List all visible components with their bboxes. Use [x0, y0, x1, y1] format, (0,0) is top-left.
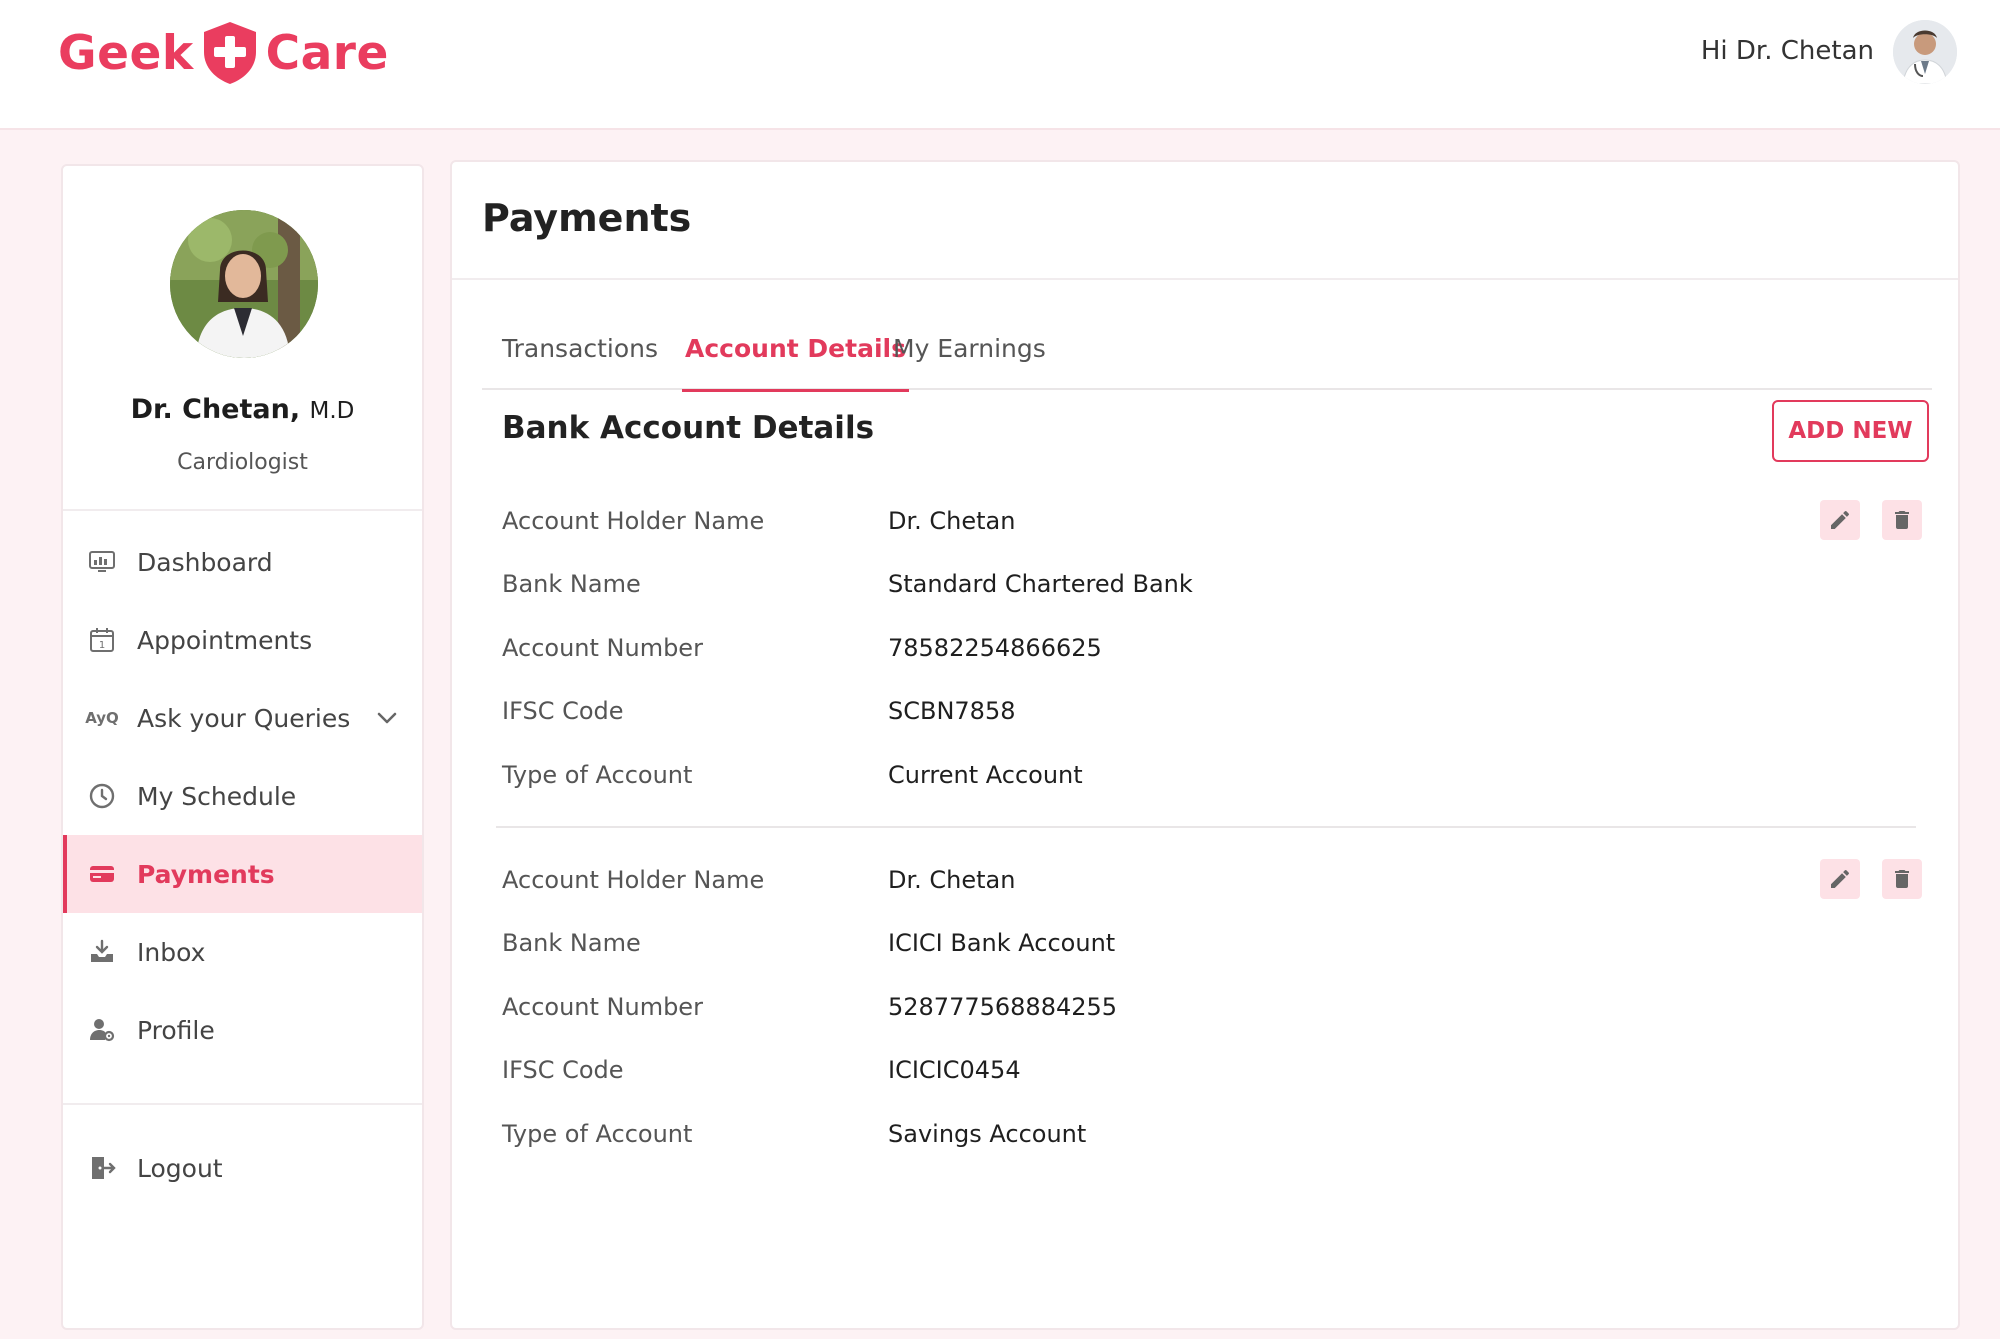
svg-text:1: 1	[99, 640, 105, 651]
calendar-icon: 1	[87, 625, 117, 655]
bank-account-card: Account Holder Name Dr. Chetan Bank Name…	[502, 848, 1932, 1166]
profile-settings-icon	[87, 1015, 117, 1045]
sidebar-item-appointments[interactable]: 1 Appointments	[63, 601, 422, 679]
field-label: Bank Name	[502, 570, 641, 599]
account-type-value: Current Account	[888, 760, 1083, 789]
top-bar: Geek Care Hi Dr. Chetan	[0, 0, 2000, 130]
logout-button[interactable]: Logout	[63, 1129, 422, 1207]
chevron-down-icon[interactable]	[374, 705, 400, 731]
user-greeting: Hi Dr. Chetan	[1700, 36, 1874, 66]
bank-name-value: Standard Chartered Bank	[888, 570, 1193, 599]
payments-tabs: Transactions Account Details My Earnings	[482, 306, 1932, 392]
doctor-specialty: Cardiologist	[177, 450, 308, 475]
user-avatar[interactable]	[1893, 20, 1957, 84]
tab-account-details[interactable]: Account Details	[682, 306, 909, 392]
account-number-value: 528777568884255	[888, 992, 1118, 1021]
delete-button[interactable]	[1882, 859, 1922, 899]
sidebar-item-ask-queries[interactable]: AyQ Ask your Queries	[63, 679, 422, 757]
geekcare-logo[interactable]: Geek Care	[58, 18, 389, 88]
sidebar-item-my-schedule[interactable]: My Schedule	[63, 757, 422, 835]
sidebar: Dr. Chetan, M.D Cardiologist Dashboard 1…	[61, 164, 424, 1330]
bank-account-card: Account Holder Name Dr. Chetan Bank Name…	[502, 489, 1932, 807]
delete-button[interactable]	[1882, 500, 1922, 540]
doctor-portrait-icon	[170, 210, 318, 358]
ifsc-value: SCBN7858	[888, 697, 1016, 726]
doctor-degree: M.D	[309, 398, 355, 424]
doctor-profile-card: Dr. Chetan, M.D Cardiologist	[63, 166, 422, 511]
account-row-ifsc: IFSC Code ICICIC0454	[502, 1039, 1932, 1103]
logout-icon	[87, 1153, 117, 1183]
main-panel: Payments Transactions Account Details My…	[450, 160, 1960, 1330]
account-row-bank: Bank Name ICICI Bank Account	[502, 912, 1932, 976]
account-row-holder: Account Holder Name Dr. Chetan	[502, 489, 1932, 553]
ayq-icon: AyQ	[85, 709, 119, 727]
sidebar-item-profile[interactable]: Profile	[63, 991, 422, 1069]
sidebar-nav: Dashboard 1 Appointments AyQ Ask your Qu…	[63, 523, 422, 1069]
sidebar-item-dashboard[interactable]: Dashboard	[63, 523, 422, 601]
account-actions	[1820, 859, 1922, 899]
sidebar-item-label: Ask your Queries	[137, 703, 351, 733]
shield-plus-icon	[203, 22, 256, 84]
logo-text-care: Care	[265, 25, 389, 81]
doctor-photo	[170, 210, 318, 358]
account-number-value: 78582254866625	[888, 633, 1102, 662]
logo-text-geek: Geek	[58, 25, 194, 81]
inbox-icon	[87, 937, 117, 967]
clock-icon	[87, 781, 117, 811]
account-row-number: Account Number 528777568884255	[502, 975, 1932, 1039]
account-type-value: Savings Account	[888, 1119, 1087, 1148]
field-label: Type of Account	[502, 760, 693, 789]
sidebar-item-inbox[interactable]: Inbox	[63, 913, 422, 991]
field-label: Account Holder Name	[502, 506, 765, 535]
sidebar-item-label: Payments	[137, 859, 275, 889]
ifsc-value: ICICIC0454	[888, 1056, 1021, 1085]
pencil-icon	[1831, 869, 1850, 888]
edit-button[interactable]	[1820, 500, 1860, 540]
account-row-type: Type of Account Savings Account	[502, 1102, 1932, 1166]
doctor-name-text: Dr. Chetan,	[130, 394, 301, 425]
add-new-button[interactable]: ADD NEW	[1772, 400, 1929, 462]
field-label: Bank Name	[502, 929, 641, 958]
edit-button[interactable]	[1820, 859, 1860, 899]
account-row-holder: Account Holder Name Dr. Chetan	[502, 848, 1932, 912]
page-title: Payments	[482, 196, 692, 240]
field-label: Account Number	[502, 633, 703, 662]
tab-my-earnings[interactable]: My Earnings	[893, 306, 1046, 390]
logout-label: Logout	[137, 1153, 223, 1183]
dashboard-icon	[87, 547, 117, 577]
sidebar-divider	[63, 1103, 422, 1105]
account-holder-value: Dr. Chetan	[888, 865, 1016, 894]
sidebar-item-label: My Schedule	[137, 781, 297, 811]
doctor-name: Dr. Chetan, M.D	[63, 394, 422, 425]
field-label: Account Number	[502, 992, 703, 1021]
doctor-avatar-icon	[1893, 20, 1957, 84]
sidebar-item-label: Inbox	[137, 937, 206, 967]
account-actions	[1820, 500, 1922, 540]
field-label: Account Holder Name	[502, 865, 765, 894]
trash-icon	[1895, 870, 1909, 888]
sidebar-item-label: Profile	[137, 1015, 215, 1045]
trash-icon	[1895, 511, 1909, 529]
field-label: IFSC Code	[502, 1056, 624, 1085]
account-divider	[496, 826, 1916, 828]
tab-transactions[interactable]: Transactions	[502, 306, 658, 390]
field-label: IFSC Code	[502, 697, 624, 726]
bank-name-value: ICICI Bank Account	[888, 929, 1116, 958]
account-row-bank: Bank Name Standard Chartered Bank	[502, 553, 1932, 617]
sidebar-item-payments[interactable]: Payments	[63, 835, 422, 913]
pencil-icon	[1831, 510, 1850, 529]
section-title: Bank Account Details	[502, 410, 875, 446]
sidebar-item-label: Appointments	[137, 625, 313, 655]
account-row-ifsc: IFSC Code SCBN7858	[502, 680, 1932, 744]
account-row-number: Account Number 78582254866625	[502, 616, 1932, 680]
account-row-type: Type of Account Current Account	[502, 743, 1932, 807]
account-holder-value: Dr. Chetan	[888, 506, 1016, 535]
sidebar-item-label: Dashboard	[137, 547, 273, 577]
header-divider	[452, 278, 1958, 280]
field-label: Type of Account	[502, 1119, 693, 1148]
card-icon	[87, 859, 117, 889]
